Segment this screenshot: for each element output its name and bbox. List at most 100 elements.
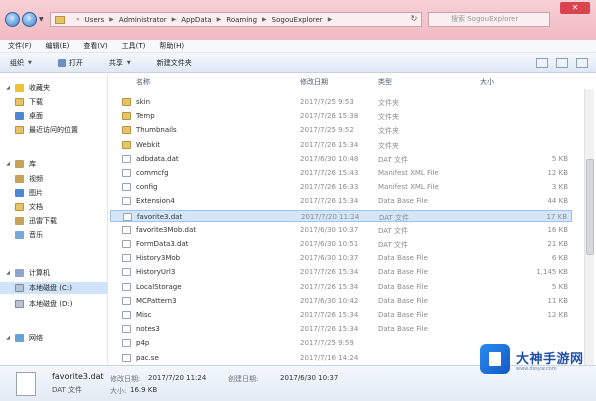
file-row[interactable]: Thumbnails 2017/7/25 9:52 文件夹	[110, 124, 572, 136]
nav-favorites[interactable]: ◢ 收藏夹	[0, 82, 108, 94]
nav-label: 最近访问的位置	[29, 126, 78, 134]
nav-label: 文档	[29, 203, 43, 211]
nav-libraries[interactable]: ◢ 库	[0, 158, 108, 170]
details-size-value: 16.9 KB	[130, 386, 158, 394]
breadcrumb-chevron-icon[interactable]: ▶	[328, 16, 333, 23]
thunder-download-icon	[15, 217, 24, 225]
back-button[interactable]: ‹	[5, 12, 20, 27]
file-row[interactable]: History3Mob 2017/6/30 10:37 Data Base File…	[110, 252, 572, 264]
file-size: 17 KB	[546, 212, 567, 221]
file-row[interactable]: commcfg 2017/7/26 15:43 Manifest XML File 1…	[110, 167, 572, 179]
file-date: 2017/7/26 15:34	[300, 325, 359, 334]
file-row[interactable]: Extension4 2017/7/26 15:34 Data Base File 4…	[110, 195, 572, 207]
file-type: Data Base File	[378, 311, 428, 319]
expand-icon[interactable]: ◢	[4, 270, 12, 276]
breadcrumb-chevron-icon[interactable]: ▶	[109, 16, 114, 23]
file-row[interactable]: config 2017/7/26 16:33 Manifest XML File 3 …	[110, 181, 572, 193]
breadcrumb-item[interactable]: SogouExplorer	[272, 16, 323, 24]
menu-file[interactable]: 文件(F)	[8, 41, 32, 51]
organize-button[interactable]: 组织 ▼	[10, 58, 32, 68]
recent-pages-chevron-icon[interactable]: ▼	[39, 16, 44, 23]
breadcrumb-item[interactable]: Users	[85, 16, 105, 24]
folder-icon	[122, 140, 131, 149]
nav-pictures[interactable]: 图片	[0, 187, 108, 199]
breadcrumb-item[interactable]: Roaming	[226, 16, 257, 24]
help-icon[interactable]	[576, 58, 588, 68]
nav-downloads[interactable]: 下载	[0, 96, 108, 108]
nav-desktop[interactable]: 桌面	[0, 110, 108, 122]
nav-recent[interactable]: 最近访问的位置	[0, 124, 108, 136]
expand-icon[interactable]: ◢	[4, 85, 12, 91]
nav-network[interactable]: ◢ 网络	[0, 332, 108, 344]
preview-pane-icon[interactable]	[556, 58, 568, 68]
file-icon	[122, 197, 131, 206]
file-row[interactable]: Webkit 2017/7/26 15:34 文件夹	[110, 139, 572, 151]
vertical-scrollbar[interactable]	[584, 89, 594, 365]
nav-computer[interactable]: ◢ 计算机	[0, 267, 108, 279]
video-library-icon	[15, 175, 24, 183]
nav-documents[interactable]: 文档	[0, 201, 108, 213]
logo-text: 大神手游网	[516, 352, 584, 367]
nav-videos[interactable]: 视频	[0, 173, 108, 185]
folder-icon	[122, 126, 131, 135]
menu-edit[interactable]: 编辑(E)	[46, 41, 70, 51]
computer-icon	[15, 269, 24, 277]
file-size: 1,145 KB	[536, 268, 568, 277]
file-row[interactable]: HistoryUrl3 2017/7/26 15:34 Data Base File…	[110, 266, 572, 278]
breadcrumb-chevron-icon[interactable]: ▶	[172, 16, 177, 23]
column-header-date[interactable]: 修改日期	[300, 77, 328, 87]
file-date: 2017/7/26 15:43	[300, 169, 359, 177]
view-controls	[528, 58, 588, 68]
menu-help[interactable]: 帮助(H)	[159, 41, 184, 51]
scrollbar-thumb[interactable]	[586, 159, 594, 255]
nav-label: 音乐	[29, 231, 43, 239]
file-row[interactable]: MCPattern3 2017/6/30 10:42 Data Base File 1…	[110, 295, 572, 307]
breadcrumb-chevron-icon[interactable]: ▶	[217, 16, 222, 23]
file-row[interactable]: Misc 2017/7/26 15:34 Data Base File 12 KB	[110, 309, 572, 321]
new-folder-button[interactable]: 新建文件夹	[157, 58, 192, 68]
file-name: favorite3.dat	[137, 212, 183, 221]
file-row[interactable]: notes3 2017/7/26 15:34 Data Base File	[110, 323, 572, 335]
file-date: 2017/7/25 9:59	[300, 339, 354, 348]
column-header-type[interactable]: 类型	[378, 77, 392, 87]
open-button[interactable]: 打开	[57, 58, 83, 68]
file-icon	[122, 296, 131, 305]
file-date: 2017/7/26 15:38	[300, 112, 359, 121]
refresh-icon[interactable]: ↻	[406, 12, 422, 27]
file-row[interactable]: FormData3.dat 2017/6/30 10:51 DAT 文件 21 KB	[110, 238, 572, 250]
share-button[interactable]: 共享 ▼	[109, 58, 131, 68]
file-name: Extension4	[136, 197, 175, 206]
nav-thunder-downloads[interactable]: 迅雷下载	[0, 215, 108, 227]
breadcrumb-item[interactable]: Administrator	[119, 16, 167, 24]
command-toolbar: 组织 ▼ 打开 共享 ▼ 新建文件夹	[0, 53, 596, 73]
column-header-size[interactable]: 大小	[480, 77, 494, 87]
file-row[interactable]: favorite3.dat 2017/7/20 11:24 DAT 文件 17 KB	[110, 209, 572, 222]
pictures-library-icon	[15, 189, 24, 197]
file-name: skin	[136, 98, 151, 106]
nav-music[interactable]: 音乐	[0, 229, 108, 241]
documents-library-icon	[15, 203, 24, 211]
forward-button[interactable]: ›	[22, 12, 37, 27]
expand-icon[interactable]: ◢	[4, 161, 12, 167]
expand-icon[interactable]: ◢	[4, 335, 12, 341]
address-bar[interactable]: » Users ▶ Administrator ▶ AppData ▶ Roam…	[50, 12, 422, 27]
column-header-name[interactable]: 名称	[136, 77, 150, 87]
file-row[interactable]: skin 2017/7/25 9:53 文件夹	[110, 96, 572, 108]
menu-view[interactable]: 查看(V)	[83, 41, 107, 51]
file-row[interactable]: LocalStorage 2017/7/26 15:34 Data Base Fil…	[110, 281, 572, 293]
nav-local-disk-d[interactable]: 本地磁盘 (D:)	[0, 298, 108, 310]
menu-tools[interactable]: 工具(T)	[122, 41, 146, 51]
breadcrumb-chevron-icon[interactable]: »	[76, 16, 80, 23]
close-window-button[interactable]: ✕	[560, 2, 590, 14]
search-input[interactable]: 搜索 SogouExplorer	[428, 12, 550, 27]
file-row[interactable]: favorite3Mob.dat 2017/6/30 10:37 DAT 文件 16 …	[110, 224, 572, 236]
nav-local-disk-c[interactable]: 本地磁盘 (C:)	[0, 282, 108, 294]
breadcrumb-item[interactable]: AppData	[181, 16, 211, 24]
column-headers: 名称 修改日期 类型 大小	[110, 77, 586, 89]
file-date: 2017/7/26 15:34	[300, 311, 359, 319]
file-row[interactable]: adbdata.dat 2017/6/30 10:48 DAT 文件 5 KB	[110, 153, 572, 165]
file-row[interactable]: Temp 2017/7/26 15:38 文件夹	[110, 110, 572, 122]
breadcrumb-chevron-icon[interactable]: ▶	[262, 16, 267, 23]
view-options-icon[interactable]	[536, 58, 548, 68]
hard-drive-icon	[15, 284, 24, 292]
